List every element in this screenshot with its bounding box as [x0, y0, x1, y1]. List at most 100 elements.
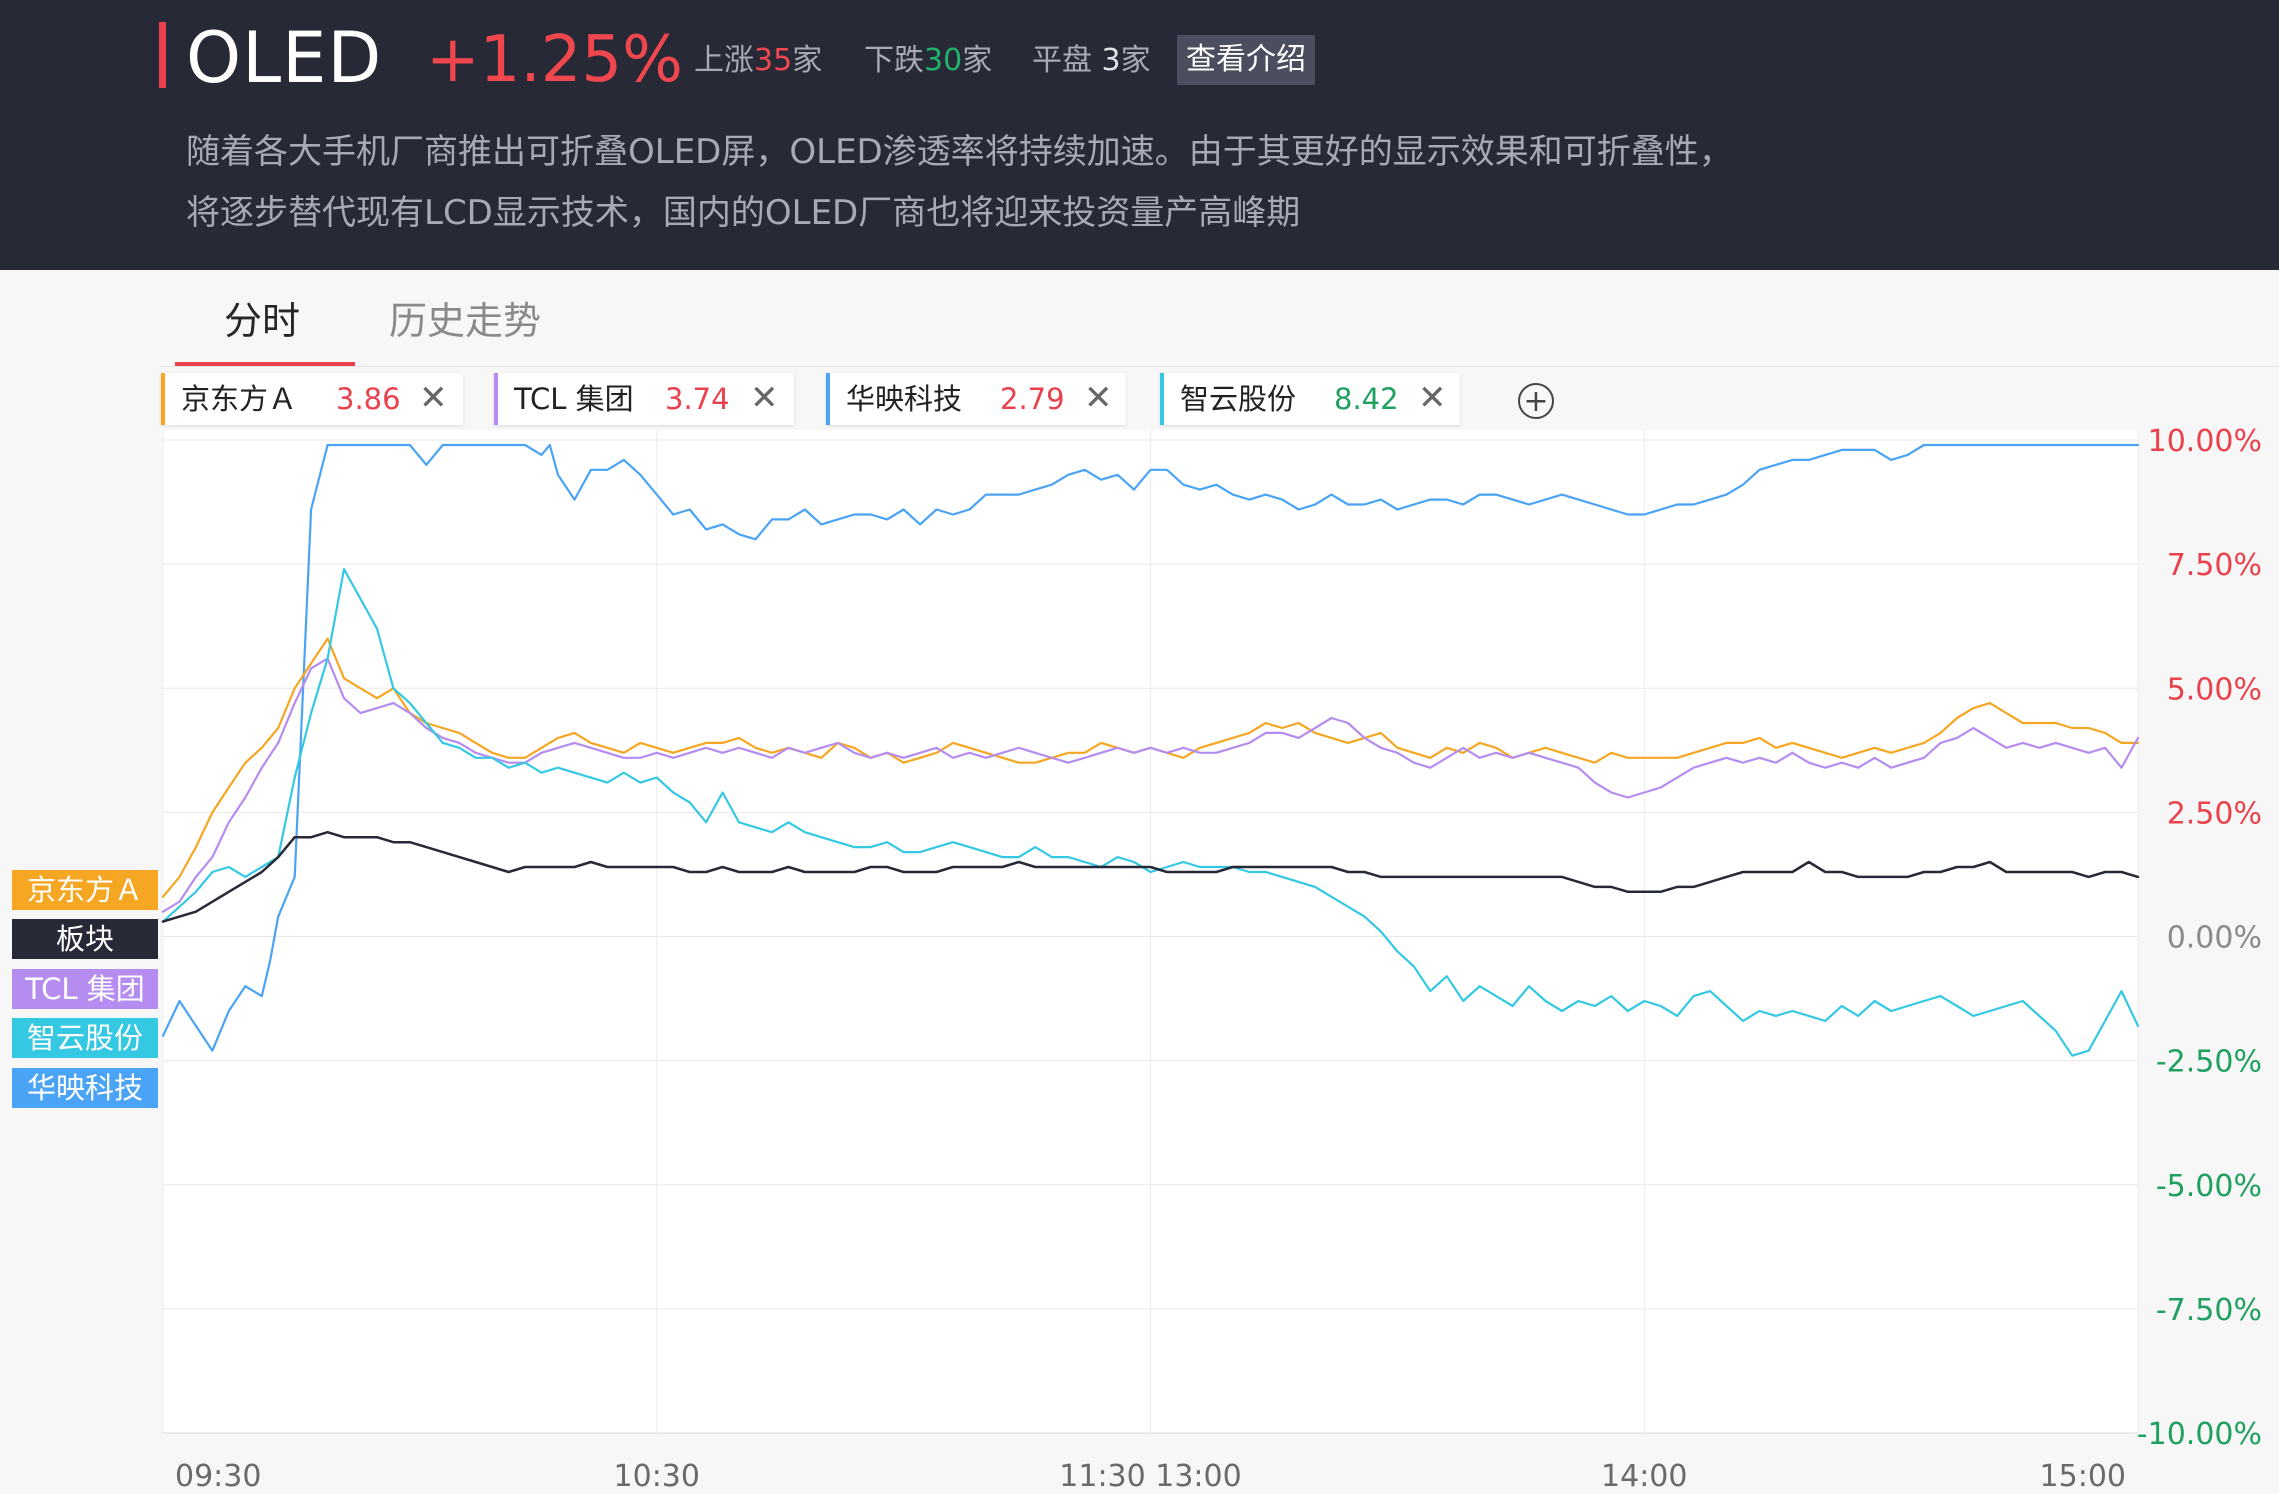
data-point — [442, 737, 444, 739]
data-point — [1890, 459, 1892, 461]
data-point — [573, 498, 576, 501]
data-point — [1692, 886, 1695, 888]
data-point — [1873, 757, 1876, 759]
data-point — [935, 752, 938, 754]
data-point — [1100, 752, 1102, 754]
data-point — [359, 687, 362, 690]
data-point — [1989, 702, 1991, 704]
data-point — [1857, 752, 1859, 754]
data-point — [1890, 766, 1892, 769]
data-point — [1462, 752, 1464, 754]
data-point — [1808, 747, 1810, 749]
data-point — [1314, 503, 1316, 506]
data-point — [1232, 747, 1234, 749]
data-point — [935, 747, 938, 749]
data-point — [162, 1035, 164, 1037]
data-point — [1051, 856, 1053, 858]
data-point — [1001, 493, 1004, 496]
data-point — [425, 727, 428, 729]
data-point — [557, 474, 559, 476]
data-point — [2005, 712, 2008, 714]
data-point — [1627, 891, 1629, 893]
data-point — [491, 757, 494, 759]
data-point — [1577, 757, 1580, 759]
data-point — [1544, 498, 1547, 501]
data-point — [1610, 508, 1613, 511]
data-point — [1034, 752, 1037, 754]
data-point — [1791, 752, 1794, 754]
y-tick-label: -7.50% — [2156, 1293, 2262, 1328]
data-point — [1939, 871, 1942, 873]
data-point — [1051, 757, 1053, 759]
data-point — [1133, 488, 1135, 491]
data-point — [1890, 752, 1892, 754]
data-point — [474, 861, 477, 863]
data-point — [886, 752, 888, 754]
data-point — [442, 727, 444, 729]
data-point — [1149, 866, 1152, 868]
data-point — [1281, 876, 1283, 878]
legend-item: 智云股份 — [12, 1018, 158, 1058]
data-point — [1841, 871, 1843, 873]
data-point — [1429, 498, 1432, 501]
data-point — [1627, 757, 1629, 759]
data-point — [968, 752, 971, 754]
data-point — [1709, 881, 1711, 883]
data-point — [985, 757, 987, 759]
data-point — [804, 508, 806, 511]
data-point — [1100, 742, 1102, 744]
data-point — [2022, 871, 2024, 873]
data-point — [1923, 757, 1925, 759]
data-point — [540, 454, 543, 456]
data-point — [524, 444, 526, 446]
data-point — [2054, 742, 2057, 744]
data-point — [1659, 1005, 1662, 1007]
data-point — [1561, 876, 1563, 878]
data-point — [1018, 747, 1020, 749]
data-point — [1906, 1005, 1909, 1007]
data-point — [1462, 1000, 1464, 1002]
data-point — [1972, 727, 1975, 729]
data-point — [2120, 766, 2123, 769]
data-point — [1051, 483, 1053, 486]
data-point — [1775, 464, 1777, 466]
data-point — [688, 752, 691, 754]
data-point — [1528, 752, 1530, 754]
data-point — [326, 637, 329, 640]
data-point — [1561, 761, 1563, 764]
data-point — [688, 871, 691, 873]
data-point — [985, 851, 987, 853]
data-point — [540, 747, 543, 749]
data-point — [1380, 930, 1382, 933]
data-point — [919, 752, 921, 754]
data-point — [1067, 761, 1069, 764]
data-point — [688, 801, 691, 804]
data-point — [269, 960, 271, 963]
data-point — [1709, 498, 1711, 501]
data-point — [639, 757, 642, 759]
data-point — [1051, 866, 1053, 868]
data-point — [178, 1000, 181, 1002]
intraday-chart: 10.00% 7.50% 5.00% 2.50% 0.00% -2.50% -5.00% -7… — [161, 424, 2262, 1494]
data-point — [935, 508, 938, 511]
data-point — [1692, 766, 1695, 769]
x-tick-label: 15:00 — [2040, 1459, 2126, 1494]
data-point — [376, 707, 378, 709]
data-point — [738, 747, 740, 749]
data-point — [1330, 717, 1333, 719]
data-point — [1873, 449, 1876, 451]
data-point — [409, 702, 411, 704]
data-point — [985, 752, 987, 754]
data-point — [1972, 444, 1975, 446]
data-point — [1182, 483, 1185, 486]
data-point — [1001, 856, 1004, 858]
data-point — [474, 757, 477, 759]
data-point — [1297, 737, 1300, 739]
data-point — [1742, 483, 1744, 486]
data-point — [1396, 876, 1399, 878]
data-point — [1676, 776, 1678, 779]
data-point — [1857, 766, 1859, 769]
data-point — [1643, 757, 1646, 759]
data-point — [310, 712, 312, 714]
data-point — [1380, 732, 1382, 734]
